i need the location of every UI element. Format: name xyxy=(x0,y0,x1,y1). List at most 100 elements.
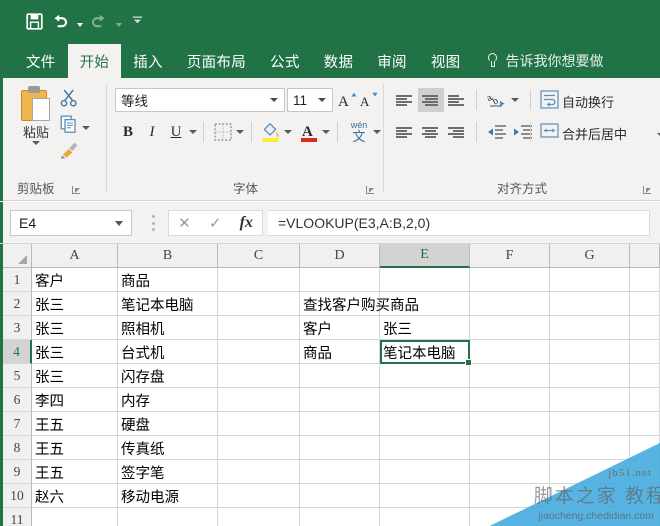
save-icon[interactable] xyxy=(22,9,46,33)
align-left-button[interactable] xyxy=(392,120,418,144)
cell-A2[interactable]: 张三 xyxy=(32,292,118,316)
underline-dropdown-icon[interactable] xyxy=(187,120,199,144)
row-header-7[interactable]: 7 xyxy=(3,412,32,436)
tab-insert[interactable]: 插入 xyxy=(121,44,175,78)
row-header-2[interactable]: 2 xyxy=(3,292,32,316)
cell-B3[interactable]: 照相机 xyxy=(118,316,218,340)
clipboard-dialog-launcher[interactable] xyxy=(71,185,82,196)
phonetic-dropdown-icon[interactable] xyxy=(371,120,383,144)
insert-function-icon[interactable]: fx xyxy=(240,214,253,232)
cell-D3[interactable]: 客户 xyxy=(300,316,380,340)
formula-input[interactable]: =VLOOKUP(E3,A:B,2,0) xyxy=(268,210,650,236)
cell-A3[interactable]: 张三 xyxy=(32,316,118,340)
paste-button[interactable]: 粘贴 xyxy=(13,86,59,145)
name-box[interactable]: E4 xyxy=(10,210,132,236)
align-center-button[interactable] xyxy=(418,120,444,144)
fill-handle[interactable] xyxy=(465,359,472,366)
tell-me-box[interactable]: 告诉我你想要做 xyxy=(472,44,603,78)
paste-dropdown-icon[interactable] xyxy=(32,141,40,145)
column-header-f[interactable]: F xyxy=(470,244,550,268)
row-header-4[interactable]: 4 xyxy=(3,340,32,364)
tab-view[interactable]: 视图 xyxy=(419,44,473,78)
cell-B1[interactable]: 商品 xyxy=(118,268,218,292)
tab-file[interactable]: 文件 xyxy=(14,44,68,78)
column-header-c[interactable]: C xyxy=(218,244,300,268)
copy-dropdown-icon[interactable] xyxy=(82,126,90,130)
row-header-11[interactable]: 11 xyxy=(3,508,32,526)
cell-E3[interactable]: 张三 xyxy=(380,316,470,340)
customize-qat-icon[interactable] xyxy=(132,9,143,33)
cell-B10[interactable]: 移动电源 xyxy=(118,484,218,508)
cell-B6[interactable]: 内存 xyxy=(118,388,218,412)
font-name-combo[interactable]: 等线 xyxy=(115,88,285,112)
cell-A4[interactable]: 张三 xyxy=(32,340,118,364)
wrap-text-button[interactable]: 自动换行 xyxy=(540,90,614,110)
tab-data[interactable]: 数据 xyxy=(312,44,366,78)
fill-color-dropdown-icon[interactable] xyxy=(282,120,294,144)
tab-page-layout[interactable]: 页面布局 xyxy=(175,44,258,78)
tab-review[interactable]: 审阅 xyxy=(365,44,419,78)
italic-button[interactable]: I xyxy=(141,120,163,144)
increase-indent-button[interactable] xyxy=(510,120,536,144)
cell-A1[interactable]: 客户 xyxy=(32,268,118,292)
undo-dropdown-icon[interactable] xyxy=(74,9,85,33)
cell-B9[interactable]: 签字笔 xyxy=(118,460,218,484)
font-color-dropdown-icon[interactable] xyxy=(320,120,332,144)
row-header-5[interactable]: 5 xyxy=(3,364,32,388)
bold-button[interactable]: B xyxy=(117,120,139,144)
cell-B2[interactable]: 笔记本电脑 xyxy=(118,292,218,316)
underline-button[interactable]: U xyxy=(165,120,187,144)
borders-button[interactable] xyxy=(211,120,235,144)
cell-E4[interactable]: 笔记本电脑 xyxy=(380,340,470,364)
column-header-b[interactable]: B xyxy=(118,244,218,268)
phonetic-guide-button[interactable]: wén 文 xyxy=(345,116,373,146)
column-header-g[interactable]: G xyxy=(550,244,630,268)
cut-button[interactable] xyxy=(59,88,79,108)
column-header-e[interactable]: E xyxy=(380,244,470,268)
merge-center-button[interactable]: 合并后居中 xyxy=(540,122,660,142)
cell-B7[interactable]: 硬盘 xyxy=(118,412,218,436)
cell-A8[interactable]: 王五 xyxy=(32,436,118,460)
cell-B8[interactable]: 传真纸 xyxy=(118,436,218,460)
row-header-8[interactable]: 8 xyxy=(3,436,32,460)
shrink-font-button[interactable]: A xyxy=(359,88,381,112)
row-header-1[interactable]: 1 xyxy=(3,268,32,292)
format-painter-button[interactable] xyxy=(60,141,80,159)
cell-A7[interactable]: 王五 xyxy=(32,412,118,436)
name-box-dropdown-icon[interactable] xyxy=(115,221,123,226)
font-color-button[interactable]: A xyxy=(297,119,321,145)
worksheet-grid[interactable]: ABCDEFG 1 2 3 4 5 6 7 8 9 10 11 客户 张三 张三 张三 张三 李四 王五 王五 王五… xyxy=(0,244,660,526)
font-dialog-launcher[interactable] xyxy=(365,185,376,196)
redo-icon[interactable] xyxy=(87,9,111,33)
cell-B4[interactable]: 台式机 xyxy=(118,340,218,364)
cell-A10[interactable]: 赵六 xyxy=(32,484,118,508)
cell-D2[interactable]: 查找客户购买商品 xyxy=(300,292,492,316)
column-header-end[interactable] xyxy=(630,244,660,268)
align-top-button[interactable] xyxy=(392,88,418,112)
grow-font-button[interactable]: A xyxy=(337,88,359,112)
copy-button[interactable] xyxy=(60,115,90,133)
font-size-combo[interactable]: 11 xyxy=(287,88,333,112)
row-header-6[interactable]: 6 xyxy=(3,388,32,412)
redo-dropdown-icon[interactable] xyxy=(113,9,124,33)
orientation-dropdown-icon[interactable] xyxy=(509,88,521,112)
alignment-dialog-launcher[interactable] xyxy=(642,185,653,196)
select-all-corner[interactable] xyxy=(3,244,32,268)
undo-icon[interactable] xyxy=(48,9,72,33)
align-right-button[interactable] xyxy=(444,120,470,144)
cell-D4[interactable]: 商品 xyxy=(300,340,380,364)
row-header-3[interactable]: 3 xyxy=(3,316,32,340)
decrease-indent-button[interactable] xyxy=(484,120,510,144)
cell-A9[interactable]: 王五 xyxy=(32,460,118,484)
column-header-a[interactable]: A xyxy=(32,244,118,268)
cell-A5[interactable]: 张三 xyxy=(32,364,118,388)
cancel-formula-icon[interactable]: ✕ xyxy=(178,214,191,232)
cell-B5[interactable]: 闪存盘 xyxy=(118,364,218,388)
enter-formula-icon[interactable]: ✓ xyxy=(209,214,222,232)
cell-A6[interactable]: 李四 xyxy=(32,388,118,412)
tab-formulas[interactable]: 公式 xyxy=(258,44,312,78)
align-bottom-button[interactable] xyxy=(444,88,470,112)
tab-home[interactable]: 开始 xyxy=(67,44,122,78)
orientation-button[interactable]: a b xyxy=(484,88,510,112)
align-middle-button[interactable] xyxy=(418,88,444,112)
